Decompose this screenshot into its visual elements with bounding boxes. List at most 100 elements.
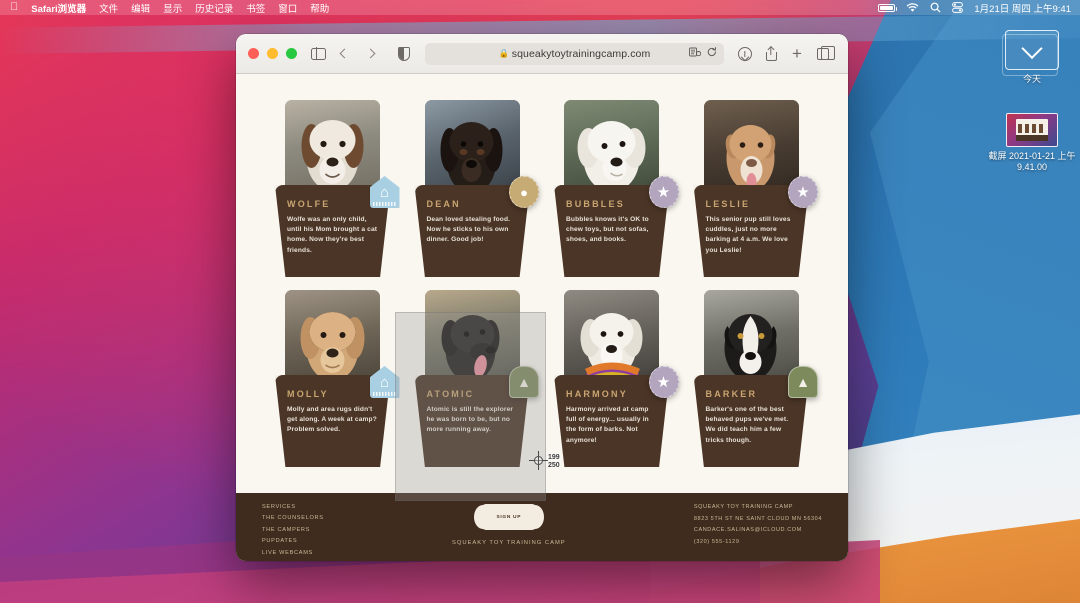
tree-badge-icon: ▲	[788, 366, 818, 398]
star-badge-icon: ★	[788, 176, 818, 208]
desktop-file-screenshot[interactable]: 截屏 2021-01-21 上午 9.41.00	[977, 113, 1080, 174]
footer-link-pupdates[interactable]: PUPDATES	[262, 536, 324, 547]
capture-dimensions: 199 250	[548, 454, 560, 470]
menu-item-edit[interactable]: 编辑	[131, 1, 150, 15]
chevron-left-icon	[339, 48, 349, 59]
reader-icon[interactable]	[689, 47, 702, 60]
safari-toolbar: 🔒 squeakytoytrainingcamp.com +	[236, 34, 848, 74]
camper-description: Harmony arrived at camp full of energy..…	[566, 406, 649, 444]
star-icon: ★	[656, 183, 671, 201]
menu-item-safari[interactable]: Safari浏览器	[31, 1, 86, 15]
reload-icon[interactable]	[707, 47, 717, 60]
footer-link-services[interactable]: SERVICES	[262, 502, 324, 513]
back-button[interactable]	[331, 42, 357, 66]
stack-icon[interactable]	[1002, 30, 1059, 76]
lock-icon: 🔒	[498, 48, 510, 58]
signup-button[interactable]: SIGN UP	[480, 504, 537, 530]
star-badge-icon: ★	[648, 176, 679, 208]
addressbar-icons	[689, 47, 717, 60]
camper-card[interactable]: DEAN Dean loved stealing food. Now he st…	[408, 100, 539, 280]
search-icon[interactable]	[930, 2, 941, 13]
camper-name: BUBBLES	[566, 199, 625, 209]
contact-name: SQUEAKY TOY TRAINING CAMP	[693, 504, 794, 510]
url-text: squeakytoytrainingcamp.com	[511, 47, 651, 60]
apple-icon[interactable]: 	[10, 2, 18, 13]
pine-tree-icon: ▲	[796, 374, 810, 390]
downloads-button[interactable]	[732, 42, 758, 66]
menu-bar:  Safari浏览器 文件 编辑 显示 历史记录 书签 窗口 帮助 1月21日…	[0, 0, 1080, 15]
camper-description: Barker's one of the best behaved pups we…	[705, 406, 789, 444]
camper-card[interactable]: WOLFE Wolfe was an only child, until his…	[268, 100, 400, 280]
camper-card[interactable]: ATOMIC Atomic is still the explorer he w…	[408, 290, 539, 470]
screenshot-crosshair-cursor: 199 250	[529, 451, 560, 470]
stack-label: 今天	[1022, 74, 1041, 84]
plus-icon: +	[792, 44, 802, 63]
signup-label: SIGN UP	[496, 514, 522, 520]
camper-card[interactable]: MOLLY Molly and area rugs didn't get alo…	[268, 290, 400, 470]
camper-card[interactable]: BARKER Barker's one of the best behaved …	[687, 290, 818, 470]
camper-card[interactable]: LESLIE This senior pup still loves cuddl…	[687, 100, 818, 280]
camper-name: MOLLY	[287, 389, 329, 399]
contact-address: 8823 5TH ST NE SAINT CLOUD MN 56304	[693, 515, 822, 522]
star-icon: ★	[656, 373, 671, 391]
tabs-icon	[817, 45, 835, 60]
footer-center: SIGN UP SQUEAKY TOY TRAINING CAMP	[452, 502, 566, 561]
footer-site-title: SQUEAKY TOY TRAINING CAMP	[451, 540, 566, 546]
menubar-clock[interactable]: 1月21日 周四 上午9:41	[974, 1, 1071, 15]
menu-item-history[interactable]: 历史记录	[195, 1, 233, 15]
menu-item-bookmarks[interactable]: 书签	[246, 1, 265, 15]
footer-nav: SERVICES THE COUNSELORS THE CAMPERS PUPD…	[262, 502, 324, 561]
camper-description: Dean loved stealing food. Now he sticks …	[426, 216, 511, 244]
chevron-right-icon	[365, 48, 375, 59]
camper-description: Atomic is still the explorer he was born…	[426, 406, 514, 434]
pine-tree-icon: ▲	[517, 374, 531, 390]
menu-item-file[interactable]: 文件	[99, 1, 118, 15]
bone-badge-icon: ●	[509, 176, 539, 208]
camper-description: Wolfe was an only child, until his Mom b…	[287, 216, 378, 254]
campers-grid: WOLFE Wolfe was an only child, until his…	[236, 74, 848, 470]
camper-name: WOLFE	[287, 199, 331, 209]
share-button[interactable]	[758, 42, 784, 66]
crosshair-icon	[529, 451, 548, 470]
chevron-down-icon	[1021, 37, 1043, 60]
footer-link-webcams[interactable]: LIVE WEBCAMS	[262, 548, 324, 559]
window-controls[interactable]	[248, 48, 297, 59]
zoom-button[interactable]	[286, 48, 297, 59]
menu-item-help[interactable]: 帮助	[310, 1, 329, 15]
share-icon	[765, 45, 777, 61]
camper-description: Molly and area rugs didn't get along. A …	[287, 406, 377, 434]
control-center-icon[interactable]	[952, 2, 964, 13]
new-tab-button[interactable]: +	[784, 42, 810, 66]
footer-contact: SQUEAKY TOY TRAINING CAMP 8823 5TH ST NE…	[694, 502, 822, 561]
tree-badge-icon: ▲	[509, 366, 539, 398]
forward-button[interactable]	[357, 42, 383, 66]
minimize-button[interactable]	[267, 48, 278, 59]
battery-icon[interactable]	[878, 3, 898, 12]
star-icon: ★	[796, 183, 810, 201]
screenshot-file-label: 截屏 2021-01-21 上午 9.41.00	[988, 151, 1076, 173]
camper-card[interactable]: BUBBLES Bubbles knows it's OK to chew to…	[547, 100, 679, 280]
camper-card[interactable]: HARMONY Harmony arrived at camp full of …	[547, 290, 679, 470]
desktop-stack-today[interactable]: 今天	[977, 30, 1080, 85]
address-bar[interactable]: 🔒 squeakytoytrainingcamp.com	[425, 42, 724, 65]
footer-link-campers[interactable]: THE CAMPERS	[262, 525, 324, 536]
camper-name: BARKER	[705, 389, 758, 399]
wifi-icon[interactable]	[906, 2, 919, 13]
house-icon: ⌂	[379, 183, 390, 201]
menu-item-window[interactable]: 窗口	[278, 1, 297, 15]
close-button[interactable]	[248, 48, 259, 59]
camper-description: Bubbles knows it's OK to chew toys, but …	[566, 216, 649, 244]
capture-height: 250	[548, 462, 560, 470]
contact-email[interactable]: CANDACE.SALINAS@ICLOUD.COM	[694, 525, 822, 537]
tab-overview-button[interactable]	[810, 42, 836, 66]
contact-phone[interactable]: (320) 555-1129	[694, 537, 822, 549]
footer-link-counselors[interactable]: THE COUNSELORS	[262, 513, 324, 524]
camper-name: HARMONY	[566, 389, 628, 399]
sidebar-toggle-button[interactable]	[305, 42, 331, 66]
image-thumbnail-icon[interactable]	[1006, 113, 1058, 147]
star-badge-icon: ★	[648, 366, 679, 398]
menu-item-view[interactable]: 显示	[163, 1, 182, 15]
shield-icon	[398, 46, 410, 61]
privacy-report-button[interactable]	[391, 42, 417, 66]
camper-name: DEAN	[426, 199, 461, 209]
